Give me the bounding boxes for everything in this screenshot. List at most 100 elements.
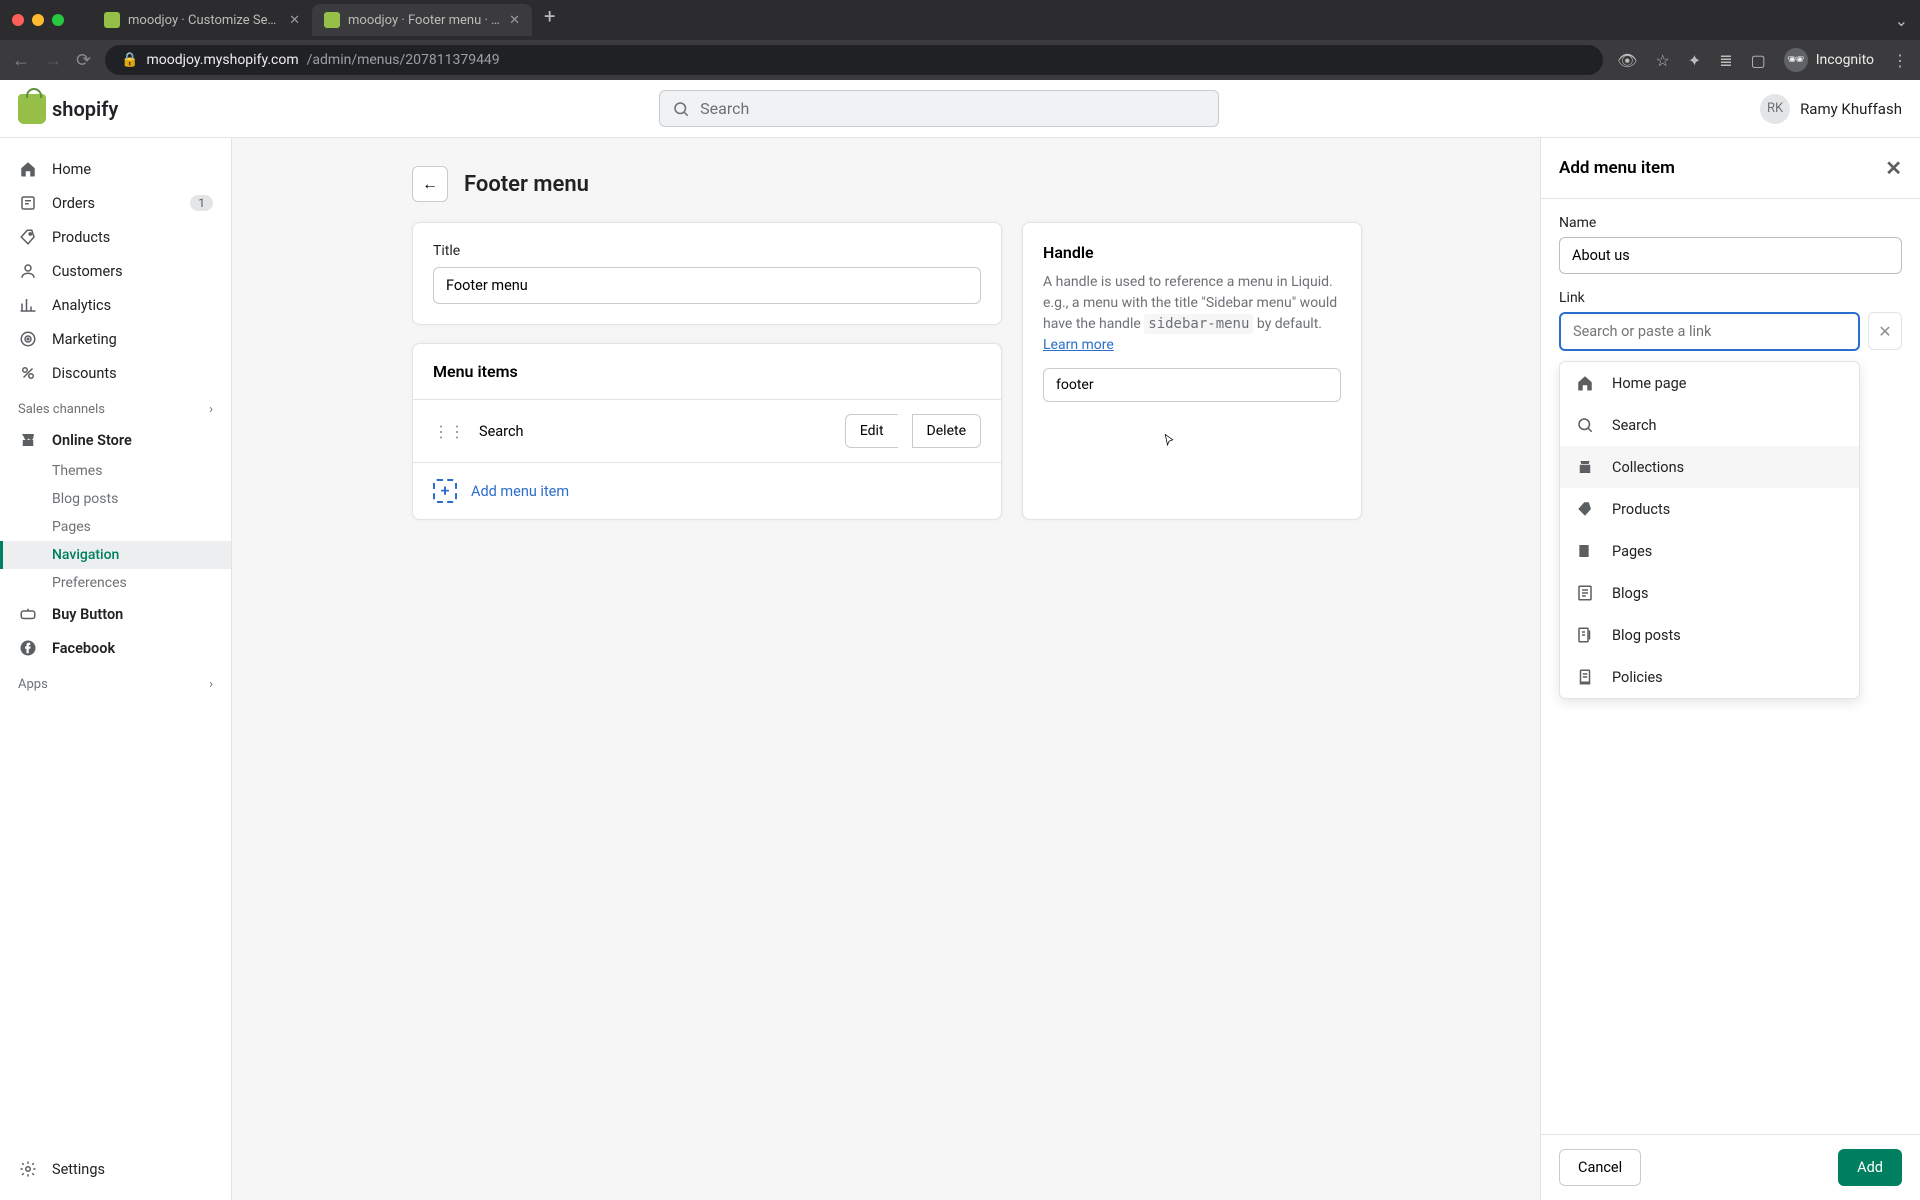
arrow-left-icon: ←: [422, 174, 438, 194]
discounts-icon: [18, 363, 38, 383]
close-window-icon[interactable]: [12, 14, 24, 26]
menu-icon[interactable]: ⋮: [1892, 51, 1908, 70]
link-dropdown: Home page Search Collections Products Pa…: [1559, 361, 1860, 699]
sidebar-subitem-navigation[interactable]: Navigation: [0, 541, 231, 569]
avatar: RK: [1760, 94, 1790, 124]
sidebar-section-apps[interactable]: Apps ›: [0, 665, 231, 698]
reload-icon[interactable]: ⟳: [76, 50, 91, 71]
link-input[interactable]: [1559, 312, 1860, 351]
add-menu-item-label: Add menu item: [471, 483, 569, 500]
link-option-blogs[interactable]: Blogs: [1560, 572, 1859, 614]
url-input[interactable]: 🔒 moodjoy.myshopify.com/admin/menus/2078…: [105, 45, 1603, 75]
clear-link-button[interactable]: ✕: [1868, 312, 1902, 350]
user-menu[interactable]: RK Ramy Khuffash: [1760, 94, 1902, 124]
link-option-label: Policies: [1612, 669, 1663, 686]
link-option-label: Home page: [1612, 375, 1686, 392]
learn-more-link[interactable]: Learn more: [1043, 337, 1114, 353]
panel-title: Add menu item: [1559, 158, 1675, 178]
handle-card: Handle A handle is used to reference a m…: [1022, 222, 1362, 520]
blog-icon: [1576, 584, 1596, 602]
sidebar-item-buy-button[interactable]: Buy Button: [0, 597, 231, 631]
add-menu-item-button[interactable]: Add menu item: [413, 462, 1001, 519]
gear-icon: [18, 1159, 38, 1179]
site-info-icon[interactable]: 🔒: [121, 52, 138, 68]
shopify-logo[interactable]: shopify: [18, 94, 118, 124]
menu-title-input[interactable]: [433, 267, 981, 304]
favicon-icon: [324, 12, 340, 28]
tab-title: moodjoy · Footer menu · Shopi: [348, 13, 501, 28]
name-input[interactable]: [1559, 237, 1902, 274]
sidebar-item-marketing[interactable]: Marketing: [0, 322, 231, 356]
add-button[interactable]: Add: [1838, 1149, 1902, 1186]
browser-tab-1[interactable]: moodjoy · Customize Sense · S ✕: [92, 4, 312, 36]
link-option-collections[interactable]: Collections: [1560, 446, 1859, 488]
sidebar-subitem-blog-posts[interactable]: Blog posts: [0, 485, 231, 513]
sidebar-subitem-pages[interactable]: Pages: [0, 513, 231, 541]
plus-dashed-icon: [433, 479, 457, 503]
home-icon: [1576, 374, 1596, 392]
sidebar-subitem-themes[interactable]: Themes: [0, 457, 231, 485]
sidebar-item-facebook[interactable]: Facebook: [0, 631, 231, 665]
sidebar-item-home[interactable]: Home: [0, 152, 231, 186]
drag-handle-icon[interactable]: ⋮⋮: [433, 422, 465, 441]
link-option-label: Pages: [1612, 543, 1652, 560]
tab-close-icon[interactable]: ✕: [289, 13, 300, 28]
link-option-products[interactable]: Products: [1560, 488, 1859, 530]
close-icon[interactable]: ✕: [1885, 156, 1902, 180]
star-icon[interactable]: ☆: [1655, 51, 1669, 70]
link-option-label: Products: [1612, 501, 1670, 518]
sidebar-item-customers[interactable]: Customers: [0, 254, 231, 288]
add-menu-item-panel: Add menu item ✕ Name Link ✕ Home page Se…: [1540, 138, 1920, 1200]
sidebar-item-label: Analytics: [52, 297, 111, 314]
link-option-search[interactable]: Search: [1560, 404, 1859, 446]
tab-title: moodjoy · Customize Sense · S: [128, 13, 281, 28]
delete-button[interactable]: Delete: [912, 414, 981, 448]
link-option-home-page[interactable]: Home page: [1560, 362, 1859, 404]
search-input[interactable]: Search: [659, 90, 1219, 127]
orders-icon: [18, 193, 38, 213]
sidebar: Home Orders 1 Products Customers Analyti…: [0, 138, 232, 1200]
link-option-pages[interactable]: Pages: [1560, 530, 1859, 572]
new-tab-button[interactable]: +: [532, 4, 567, 36]
tab-close-icon[interactable]: ✕: [509, 13, 520, 28]
products-icon: [18, 227, 38, 247]
back-button[interactable]: ←: [412, 166, 448, 202]
sidebar-item-label: Customers: [52, 263, 123, 280]
handle-input[interactable]: [1043, 368, 1341, 402]
sidebar-item-label: Products: [52, 229, 110, 246]
panel-icon[interactable]: ▢: [1751, 51, 1766, 70]
sidebar-item-label: Facebook: [52, 640, 115, 657]
menu-items-card: Menu items ⋮⋮ Search Edit Delete Add men…: [412, 343, 1002, 520]
store-icon: [18, 430, 38, 450]
sidebar-subitem-preferences[interactable]: Preferences: [0, 569, 231, 597]
marketing-icon: [18, 329, 38, 349]
url-path: /admin/menus/207811379449: [307, 52, 500, 68]
cancel-button[interactable]: Cancel: [1559, 1149, 1641, 1186]
sidebar-item-label: Buy Button: [52, 606, 123, 623]
browser-tab-2[interactable]: moodjoy · Footer menu · Shopi ✕: [312, 4, 532, 36]
maximize-window-icon[interactable]: [52, 14, 64, 26]
home-icon: [18, 159, 38, 179]
sidebar-item-online-store[interactable]: Online Store: [0, 423, 231, 457]
sidebar-item-label: Home: [52, 161, 91, 178]
link-option-label: Blogs: [1612, 585, 1648, 602]
sidebar-item-settings[interactable]: Settings: [0, 1152, 231, 1186]
reading-list-icon[interactable]: ≣: [1719, 51, 1732, 70]
edit-button[interactable]: Edit: [845, 414, 898, 448]
tabs-dropdown-icon[interactable]: ⌄: [1895, 11, 1908, 30]
sidebar-item-analytics[interactable]: Analytics: [0, 288, 231, 322]
extensions-icon[interactable]: ✦: [1688, 51, 1701, 70]
sidebar-item-orders[interactable]: Orders 1: [0, 186, 231, 220]
sidebar-item-discounts[interactable]: Discounts: [0, 356, 231, 390]
sidebar-section-sales-channels[interactable]: Sales channels ›: [0, 390, 231, 423]
menu-title-card: Title: [412, 222, 1002, 325]
search-placeholder: Search: [700, 99, 749, 118]
sidebar-item-products[interactable]: Products: [0, 220, 231, 254]
link-option-blog-posts[interactable]: Blog posts: [1560, 614, 1859, 656]
link-option-policies[interactable]: Policies: [1560, 656, 1859, 698]
minimize-window-icon[interactable]: [32, 14, 44, 26]
back-icon[interactable]: ←: [12, 50, 30, 71]
search-icon: [672, 100, 690, 118]
eye-off-icon[interactable]: 👁: [1617, 51, 1637, 70]
customers-icon: [18, 261, 38, 281]
